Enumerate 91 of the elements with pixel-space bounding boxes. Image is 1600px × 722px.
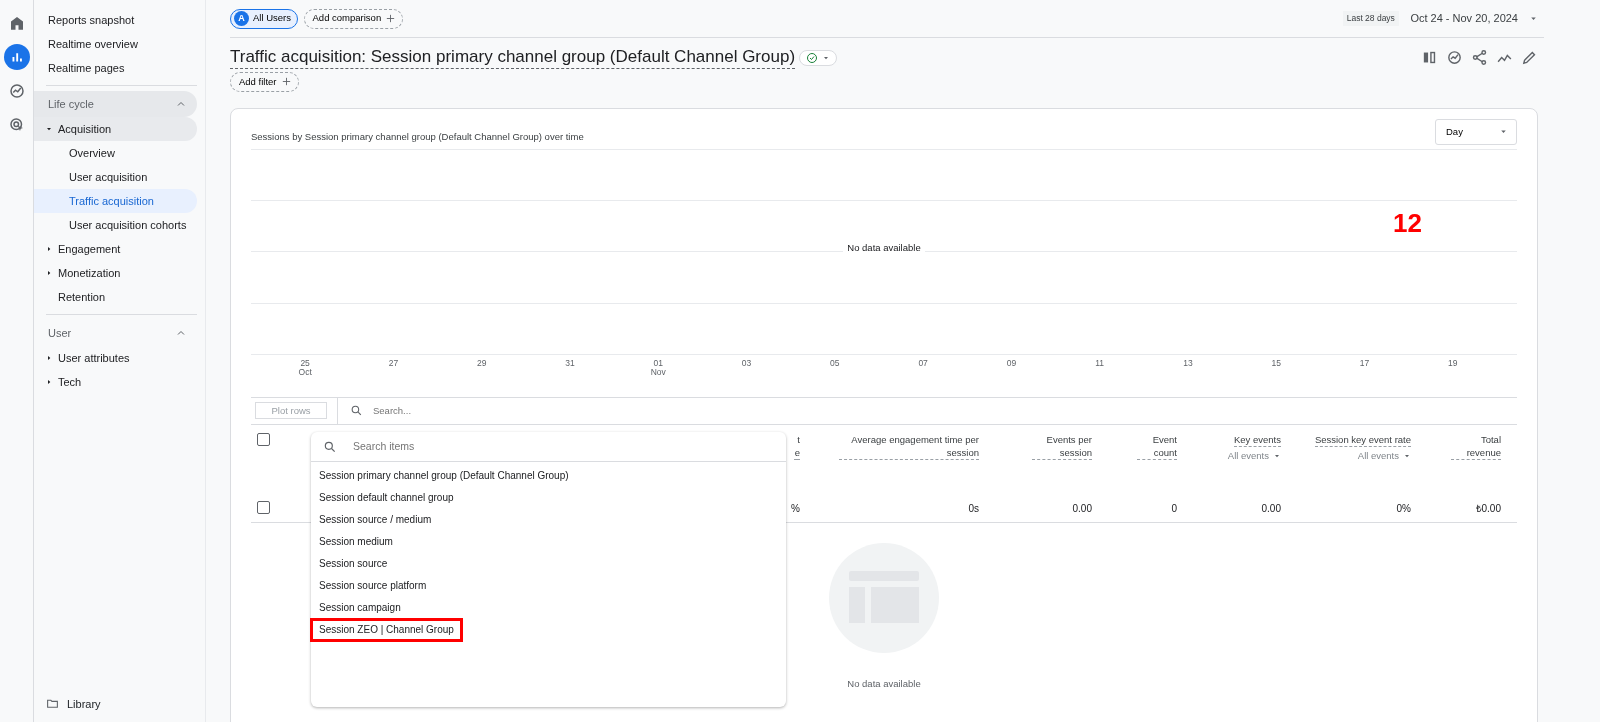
search-icon [323, 439, 337, 454]
pencil-icon[interactable] [1521, 49, 1538, 66]
search-icon [350, 404, 363, 418]
sidebar-item[interactable]: Traffic acquisition [34, 189, 197, 213]
sidebar-item[interactable]: Reports snapshot [34, 8, 197, 32]
axis-label: 01 Nov [650, 358, 666, 377]
check-circle-icon [806, 51, 819, 64]
sidebar-item[interactable]: User acquisition cohorts [34, 213, 197, 237]
caret-right-icon [45, 269, 53, 277]
menu-item[interactable]: Session primary channel group (Default Channel Group) [311, 464, 786, 487]
table-cell: ₺0.00 [1475, 502, 1501, 514]
axis-label: 05 [830, 358, 840, 368]
group-label: Monetization [58, 265, 121, 281]
menu-item[interactable]: Session default channel group [311, 486, 786, 509]
sidebar-section-header[interactable]: User [34, 320, 197, 346]
library-link[interactable]: Library [67, 695, 101, 712]
menu-item[interactable]: Session source [311, 552, 786, 575]
sidebar-item[interactable]: Realtime overview [34, 32, 197, 56]
column-header[interactable]: t e [794, 432, 800, 460]
caret-down-icon [45, 125, 53, 133]
event-filter-dropdown[interactable]: All events [1227, 448, 1281, 463]
axis-label: 03 [741, 358, 752, 368]
column-header[interactable]: Average engagement time per session [839, 432, 979, 460]
sidebar-group[interactable]: Monetization [34, 261, 197, 285]
caret-down-icon [1529, 14, 1538, 23]
table-cell: 0.00 [1261, 502, 1281, 514]
sidebar-item[interactable]: User acquisition [34, 165, 197, 189]
table-cell: % [791, 502, 800, 514]
column-header[interactable]: Total revenue [1451, 432, 1501, 460]
table-cell: 0 [1171, 502, 1177, 514]
axis-label: 09 [1006, 358, 1017, 368]
folder-icon [46, 697, 59, 711]
share-icon[interactable] [1471, 49, 1488, 66]
columns-icon[interactable] [1421, 49, 1438, 66]
plus-icon [385, 13, 397, 24]
date-range-picker[interactable]: Oct 24 - Nov 20, 2024 [1404, 9, 1544, 28]
axis-label: 29 [476, 358, 487, 368]
sidebar-group[interactable]: Tech [34, 370, 197, 394]
sidebar-group[interactable]: Acquisition [34, 117, 197, 141]
group-label: Engagement [58, 241, 121, 257]
axis-label: 31 [565, 358, 575, 368]
nav-rail-button[interactable] [3, 44, 30, 70]
table-cell: 0s [968, 502, 979, 514]
date-preset-label: Last 28 days [1342, 11, 1399, 26]
report-status-button[interactable] [799, 49, 838, 66]
column-header[interactable]: Session key event rate [1314, 432, 1411, 447]
caret-right-icon [45, 378, 53, 386]
menu-item[interactable]: Session ZEO | Channel Group [311, 618, 462, 641]
column-header[interactable]: Event count [1137, 432, 1177, 460]
column-header[interactable]: Key events [1234, 432, 1281, 447]
caret-right-icon [45, 354, 53, 362]
event-filter-dropdown[interactable]: All events [1357, 448, 1411, 463]
axis-label: 19 [1448, 358, 1458, 368]
group-label: Acquisition [58, 121, 112, 137]
section-title: Life cycle [48, 96, 94, 112]
group-label: User attributes [58, 350, 130, 366]
trend-chart-icon [7, 82, 26, 100]
axis-label: 15 [1271, 358, 1281, 368]
axis-label: 07 [918, 358, 928, 368]
sidebar-item[interactable]: Retention [34, 285, 197, 309]
section-title: User [48, 325, 72, 341]
table-empty-message: No data available [847, 676, 921, 691]
sidebar-section-header[interactable]: Life cycle [34, 91, 197, 117]
caret-right-icon [45, 245, 53, 253]
chart-empty-message: No data available [843, 241, 925, 253]
group-label: Tech [58, 374, 82, 390]
chart-title: Sessions by Session primary channel group (Default Channel Group) over time [251, 129, 584, 144]
report-title[interactable]: Traffic acquisition: Session primary channel group (Default Channel Group) [230, 46, 796, 69]
table-cell: 0% [1396, 502, 1411, 514]
sidebar-group[interactable]: Engagement [34, 237, 197, 261]
annotation-number: 12 [1393, 206, 1422, 240]
row-checkbox[interactable] [257, 500, 270, 514]
axis-label: 11 [1095, 358, 1105, 368]
sidebar-item[interactable]: Overview [34, 141, 197, 165]
plus-icon [280, 76, 292, 88]
column-header[interactable]: Events per session [1032, 432, 1092, 460]
granularity-select[interactable]: Day [1435, 118, 1517, 145]
header-checkbox[interactable] [257, 432, 270, 446]
axis-label: 25 Oct [298, 358, 312, 377]
axis-label: 13 [1183, 358, 1193, 368]
menu-item[interactable]: Session source / medium [311, 508, 786, 531]
sidebar-item[interactable]: Realtime pages [34, 56, 197, 80]
axis-label: 27 [388, 358, 399, 368]
menu-item[interactable]: Session campaign [311, 596, 786, 619]
table-cell: 0.00 [1072, 502, 1092, 514]
segment-chip[interactable]: A All Users [230, 8, 298, 29]
menu-item[interactable]: Session source platform [311, 574, 786, 597]
sidebar-group[interactable]: User attributes [34, 346, 197, 370]
insights-icon[interactable] [1446, 49, 1463, 66]
axis-label: 17 [1359, 358, 1370, 368]
menu-item[interactable]: Session medium [311, 530, 786, 553]
